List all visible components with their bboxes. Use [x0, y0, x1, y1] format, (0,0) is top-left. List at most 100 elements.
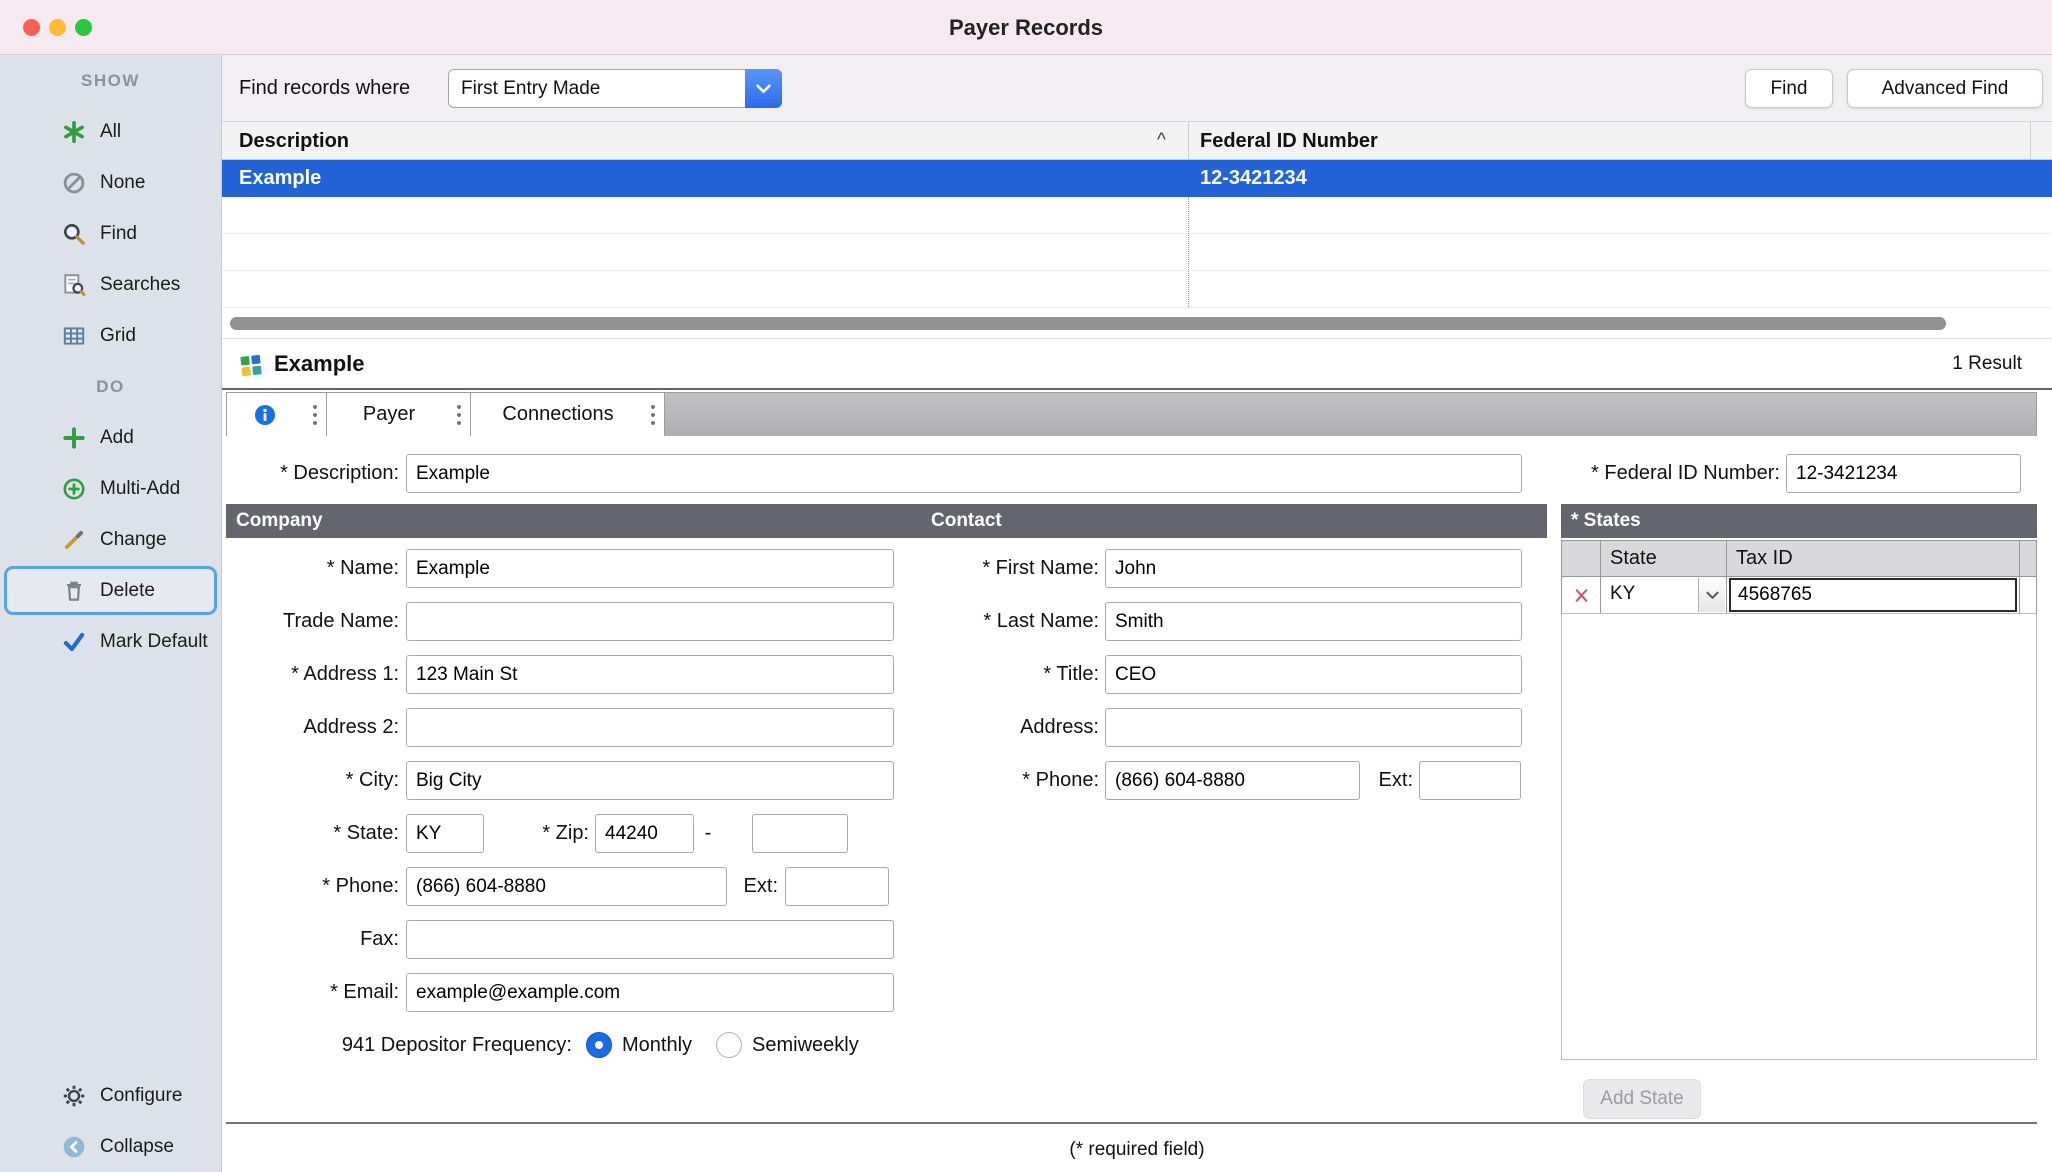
semiweekly-radio-label[interactable]: Semiweekly: [752, 1026, 859, 1065]
email-input[interactable]: [406, 973, 894, 1012]
empty-result-row: [222, 234, 2052, 271]
sidebar-item-all[interactable]: All: [0, 106, 221, 157]
sidebar-item-multi-add[interactable]: Multi-Add: [0, 463, 221, 514]
tab-label: Payer: [327, 403, 451, 426]
last-name-input[interactable]: [1105, 602, 1522, 641]
sidebar-item-label: Searches: [100, 274, 180, 296]
sidebar-item-add[interactable]: Add: [0, 412, 221, 463]
tax-id-input[interactable]: [1729, 578, 2017, 612]
empty-result-row: [222, 197, 2052, 234]
monthly-radio[interactable]: [586, 1032, 612, 1058]
sidebar-item-label: Find: [100, 223, 137, 245]
depositor-frequency-label: 941 Depositor Frequency:: [222, 1026, 572, 1065]
chevron-down-icon[interactable]: [1698, 578, 1725, 612]
contact-ext-input[interactable]: [1419, 761, 1521, 800]
result-cell-federal-id: 12-3421234: [1200, 160, 1307, 197]
tab-label: Connections: [471, 403, 645, 426]
contact-phone-label: * Phone:: [849, 761, 1099, 800]
sidebar-item-label: Multi-Add: [100, 478, 180, 500]
federal-id-input[interactable]: [1786, 454, 2021, 493]
sidebar-item-none[interactable]: None: [0, 157, 221, 208]
federal-id-label: * Federal ID Number:: [1532, 454, 1780, 493]
sidebar-item-grid[interactable]: Grid: [0, 310, 221, 361]
sidebar-item-find[interactable]: Find: [0, 208, 221, 259]
address1-input[interactable]: [406, 655, 894, 694]
tab-drag-handle-icon[interactable]: [651, 405, 655, 425]
sidebar-section-do: DO: [0, 361, 221, 412]
required-field-note: (* required field): [222, 1133, 2052, 1167]
tab-payer[interactable]: Payer: [327, 393, 471, 436]
sidebar-item-configure[interactable]: Configure: [0, 1070, 221, 1121]
company-name-input[interactable]: [406, 549, 894, 588]
sidebar-item-label: Grid: [100, 325, 136, 347]
result-count: 1 Result: [1952, 339, 2022, 389]
states-table-body: [1561, 614, 2037, 1060]
sidebar-item-label: None: [100, 172, 145, 194]
monthly-radio-label[interactable]: Monthly: [622, 1026, 692, 1065]
sidebar-item-label: Mark Default: [100, 631, 208, 653]
company-ext-label: Ext:: [688, 867, 778, 906]
contact-phone-input[interactable]: [1105, 761, 1360, 800]
email-label: * Email:: [222, 973, 399, 1012]
fax-input[interactable]: [406, 920, 894, 959]
magnifier-icon: [60, 220, 88, 248]
find-bar: Find records where First Entry Made Find…: [222, 55, 2052, 122]
zip-plus4-input[interactable]: [752, 814, 848, 853]
tab-connections[interactable]: Connections: [471, 393, 665, 436]
sidebar-item-collapse[interactable]: Collapse: [0, 1121, 221, 1172]
address2-input[interactable]: [406, 708, 894, 747]
zip-input[interactable]: [595, 814, 694, 853]
slash-circle-icon: [60, 169, 88, 197]
chevron-down-icon[interactable]: [745, 69, 782, 108]
description-input[interactable]: [406, 454, 1522, 493]
company-phone-input[interactable]: [406, 867, 727, 906]
find-field-dropdown[interactable]: First Entry Made: [448, 69, 782, 108]
states-gutter-column: [2020, 541, 2036, 576]
tab-info[interactable]: [227, 393, 327, 436]
document-search-icon: [60, 271, 88, 299]
first-name-input[interactable]: [1105, 549, 1522, 588]
find-field-dropdown-value: First Entry Made: [461, 70, 600, 107]
sidebar-item-change[interactable]: Change: [0, 514, 221, 565]
column-header-description[interactable]: Description: [239, 122, 349, 160]
states-gutter-column: [2020, 577, 2036, 613]
scrollbar-thumb[interactable]: [230, 317, 1946, 330]
company-ext-input[interactable]: [785, 867, 889, 906]
states-taxid-column-header: Tax ID: [1727, 541, 2020, 576]
trash-icon: [60, 577, 88, 605]
state-combo-value: KY: [1610, 583, 1635, 604]
title-input[interactable]: [1105, 655, 1522, 694]
grid-icon: [60, 322, 88, 350]
form-bottom-divider: [226, 1122, 2037, 1124]
column-header-federal-id[interactable]: Federal ID Number: [1200, 122, 1378, 160]
contact-address-input[interactable]: [1105, 708, 1522, 747]
sidebar-item-searches[interactable]: Searches: [0, 259, 221, 310]
city-label: * City:: [222, 761, 399, 800]
tab-drag-handle-icon[interactable]: [313, 405, 317, 425]
state-combo[interactable]: KY: [1601, 577, 1727, 613]
section-bar-states: * States: [1561, 504, 2037, 538]
semiweekly-radio[interactable]: [716, 1032, 742, 1058]
collapse-circle-icon: [60, 1133, 88, 1161]
find-records-where-label: Find records where: [239, 55, 410, 122]
fax-label: Fax:: [222, 920, 399, 959]
trade-name-input[interactable]: [406, 602, 894, 641]
last-name-label: * Last Name:: [849, 602, 1099, 641]
title-label: * Title:: [849, 655, 1099, 694]
advanced-find-button[interactable]: Advanced Find: [1847, 69, 2043, 108]
tab-drag-handle-icon[interactable]: [457, 405, 461, 425]
sidebar-item-mark-default[interactable]: Mark Default: [0, 616, 221, 667]
contact-ext-label: Ext:: [1323, 761, 1413, 800]
contact-address-label: Address:: [849, 708, 1099, 747]
sidebar-item-delete[interactable]: Delete: [0, 565, 221, 616]
sidebar-item-label: Collapse: [100, 1136, 174, 1158]
sidebar-item-label: Change: [100, 529, 167, 551]
section-bar-company-contact: Company Contact: [226, 504, 1547, 538]
result-row-selected[interactable]: Example 12-3421234: [222, 160, 2052, 197]
find-button[interactable]: Find: [1745, 69, 1833, 108]
add-state-button[interactable]: Add State: [1583, 1079, 1701, 1119]
address2-label: Address 2:: [222, 708, 399, 747]
states-table-row: KY: [1561, 577, 2037, 614]
delete-state-button[interactable]: [1562, 577, 1601, 613]
city-input[interactable]: [406, 761, 894, 800]
